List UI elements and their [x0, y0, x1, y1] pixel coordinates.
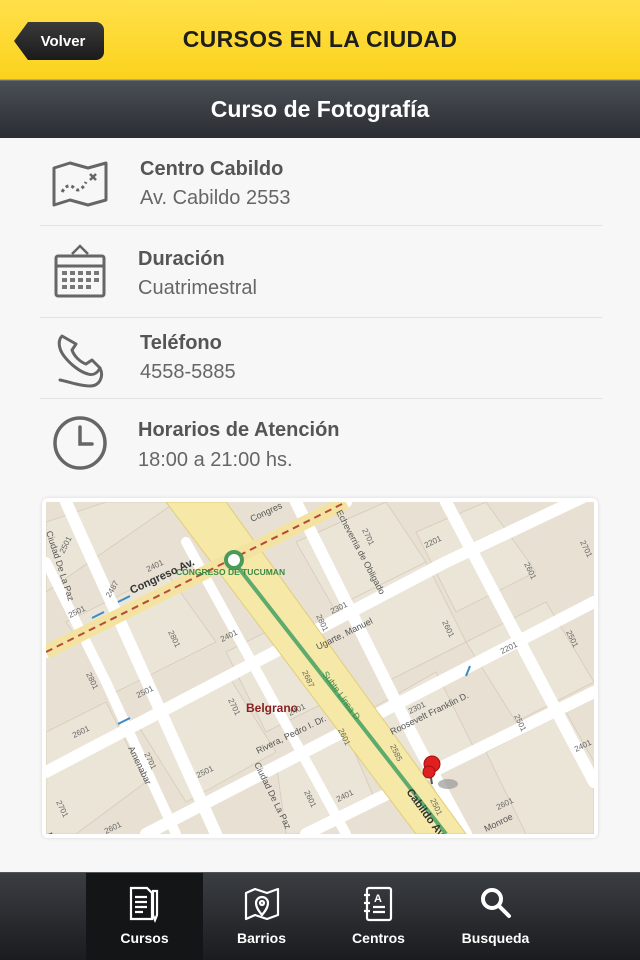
tab-bar: Cursos Barrios A Centros Busqueda: [0, 872, 640, 960]
detail-row-hours: Horarios de Atención 18:00 a 21:00 hs.: [40, 399, 602, 483]
calendar-icon: [50, 242, 110, 302]
tab-busqueda[interactable]: Busqueda: [437, 873, 554, 960]
address-book-icon: A: [320, 885, 437, 923]
phone-icon[interactable]: [50, 330, 110, 390]
hours-value: 18:00 a 21:00 hs.: [138, 449, 293, 471]
course-title-bar: Curso de Fotografía: [0, 80, 640, 138]
detail-row-duration: Duración Cuatrimestral: [40, 226, 602, 318]
duration-label: Duración: [138, 248, 225, 270]
phone-value[interactable]: 4558-5885: [140, 361, 236, 384]
search-icon: [437, 885, 554, 923]
detail-row-center: Centro Cabildo Av. Cabildo 2553: [40, 138, 602, 226]
hours-label: Horarios de Atención: [138, 419, 340, 441]
tab-cursos[interactable]: Cursos: [86, 873, 203, 960]
top-bar: Volver CURSOS EN LA CIUDAD: [0, 0, 640, 80]
tab-centros-label: Centros: [352, 930, 405, 946]
tab-barrios[interactable]: Barrios: [203, 873, 320, 960]
map-pin-icon: [203, 885, 320, 923]
map-icon: [50, 154, 110, 214]
center-address: Av. Cabildo 2553: [140, 187, 291, 209]
detail-row-phone: Teléfono 4558-5885: [40, 318, 602, 399]
center-name: Centro Cabildo: [140, 158, 284, 180]
phone-label: Teléfono: [140, 332, 222, 354]
app-title: CURSOS EN LA CIUDAD: [182, 26, 458, 52]
location-map[interactable]: CONGRESO DE TUCUMAN Belgrano Congreso Av…: [42, 498, 598, 838]
clock-icon: [50, 413, 110, 473]
course-details: Centro Cabildo Av. Cabildo 2553 Duración…: [0, 138, 640, 872]
tab-busqueda-label: Busqueda: [461, 930, 530, 946]
tab-cursos-label: Cursos: [120, 930, 169, 946]
duration-value: Cuatrimestral: [138, 277, 257, 299]
document-pencil-icon: [86, 885, 203, 923]
tab-centros[interactable]: A Centros: [320, 873, 437, 960]
svg-text:A: A: [374, 893, 382, 905]
course-title: Curso de Fotografía: [210, 96, 430, 122]
tab-barrios-label: Barrios: [236, 930, 287, 946]
